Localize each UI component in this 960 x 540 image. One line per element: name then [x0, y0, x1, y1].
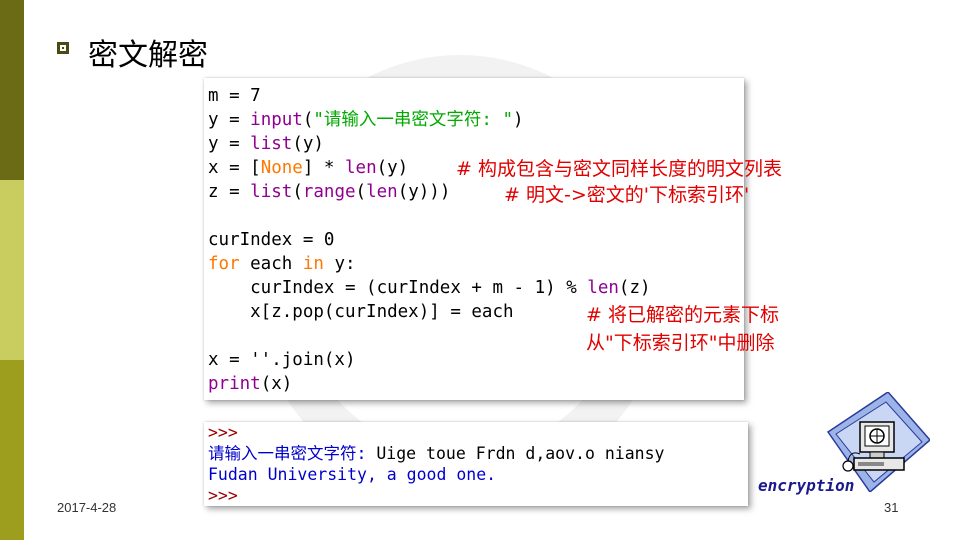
- code-line-2: y = input("请输入一串密文字符: "): [208, 109, 524, 131]
- code-text: y:: [323, 254, 356, 274]
- code-text: y =: [208, 110, 251, 130]
- code-line-3: y = list(y): [208, 133, 324, 155]
- comment-remove-index-1: # 将已解密的元素下标: [586, 304, 779, 326]
- code-text: (: [292, 182, 303, 202]
- code-line-4: x = [None] * len(y): [208, 157, 408, 179]
- code-keyword: for: [208, 254, 240, 274]
- code-line-11: print(x): [208, 373, 292, 395]
- footer-page-number: 31: [884, 500, 899, 515]
- sidebar-stripe: [0, 0, 24, 540]
- code-line-5: z = list(range(len(y))): [208, 181, 450, 203]
- code-builtin: input: [250, 110, 303, 130]
- comment-remove-index-2: 从"下标索引环"中删除: [586, 332, 775, 354]
- sidebar-block-bottom: [0, 360, 24, 540]
- code-text: (z): [618, 278, 651, 298]
- code-line-6: curIndex = 0: [208, 230, 335, 250]
- sidebar-block-middle: [0, 180, 24, 360]
- code-line-8: curIndex = (curIndex + m - 1) % len(z): [208, 277, 651, 299]
- code-builtin: range: [302, 182, 356, 202]
- bullet-square-icon: [57, 42, 69, 54]
- code-text: (: [355, 182, 367, 202]
- sidebar-block-top: [0, 0, 24, 180]
- code-builtin: print: [208, 374, 261, 394]
- code-line-10: x = ''.join(x): [208, 350, 356, 370]
- shell-input-value: Uige toue Frdn d,aov.o niansy: [376, 444, 665, 463]
- code-text: (y): [292, 134, 324, 154]
- code-builtin: len: [366, 182, 398, 202]
- shell-output-panel: >>> 请输入一串密文字符: Uige toue Frdn d,aov.o ni…: [204, 422, 748, 506]
- code-text: ): [513, 110, 524, 130]
- code-text: y =: [208, 134, 251, 154]
- shell-input-prompt: 请输入一串密文字符:: [208, 444, 377, 463]
- code-text: (: [302, 110, 314, 130]
- code-text: each: [239, 254, 303, 274]
- shell-input-line: 请输入一串密文字符: Uige toue Frdn d,aov.o niansy: [208, 443, 664, 465]
- code-string: "请输入一串密文字符: ": [313, 110, 514, 130]
- encryption-label: encryption: [758, 476, 855, 495]
- slide-title: 密文解密: [88, 38, 208, 73]
- code-line-7: for each in y:: [208, 253, 356, 275]
- shell-prompt: >>>: [208, 486, 238, 505]
- shell-output-line: Fudan University, a good one.: [208, 465, 497, 484]
- code-keyword: None: [260, 158, 303, 178]
- code-text: (y): [376, 158, 409, 178]
- code-text: x = [: [208, 158, 261, 178]
- code-builtin: len: [587, 278, 619, 298]
- shell-prompt: >>>: [208, 423, 238, 442]
- code-text: curIndex = (curIndex + m - 1) %: [208, 278, 588, 298]
- code-line-9: x[z.pop(curIndex)] = each: [208, 302, 514, 322]
- comment-plaintext-list: # 构成包含与密文同样长度的明文列表: [456, 158, 782, 180]
- code-builtin: list: [250, 182, 293, 202]
- code-line-1: m = 7: [208, 86, 261, 106]
- code-text: (x): [260, 374, 293, 394]
- code-text: z =: [208, 182, 251, 202]
- code-keyword: in: [302, 254, 324, 274]
- footer-date: 2017-4-28: [57, 500, 117, 515]
- code-builtin: list: [250, 134, 293, 154]
- code-text: (y))): [397, 182, 451, 202]
- code-builtin: len: [345, 158, 377, 178]
- code-text: ] *: [302, 158, 345, 178]
- comment-index-ring: # 明文->密文的'下标索引环': [504, 184, 750, 206]
